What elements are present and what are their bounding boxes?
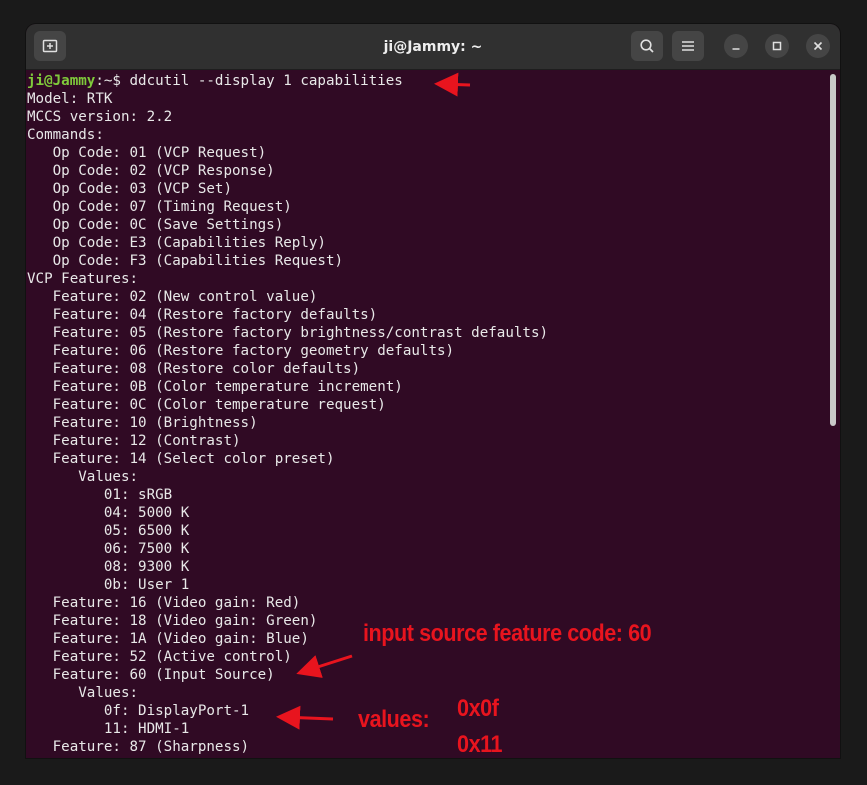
new-tab-icon bbox=[42, 39, 58, 53]
output-line: Op Code: 07 (Timing Request) bbox=[27, 199, 292, 215]
hamburger-menu-icon bbox=[682, 41, 694, 51]
output-line: Values: bbox=[27, 685, 139, 701]
output-line: Feature: 52 (Active control) bbox=[27, 649, 292, 665]
output-line: 0f: DisplayPort-1 bbox=[27, 703, 250, 719]
output-line: Feature: 12 (Contrast) bbox=[27, 433, 241, 449]
scrollbar[interactable] bbox=[830, 74, 836, 426]
minimize-button[interactable] bbox=[724, 34, 748, 58]
output-line: Op Code: 03 (VCP Set) bbox=[27, 181, 232, 197]
new-tab-button[interactable] bbox=[34, 31, 66, 61]
title-bar: ji@Jammy: ~ bbox=[26, 24, 840, 70]
output-line: VCP Features: bbox=[27, 271, 139, 287]
annotation-input-source: input source feature code: 60 bbox=[363, 620, 652, 647]
output-line: Values: bbox=[27, 469, 139, 485]
output-line: Op Code: 0C (Save Settings) bbox=[27, 217, 284, 233]
annotation-value-1: 0x0f bbox=[457, 695, 499, 722]
output-line: MCCS version: 2.2 bbox=[27, 109, 173, 125]
close-icon bbox=[813, 41, 823, 51]
prompt-command: ddcutil --display 1 capabilities bbox=[129, 73, 403, 89]
output-line: Feature: 1A (Video gain: Blue) bbox=[27, 631, 309, 647]
terminal-output[interactable]: ji@Jammy:~$ ddcutil --display 1 capabili… bbox=[26, 70, 826, 758]
maximize-icon bbox=[772, 41, 782, 51]
output-line: Op Code: 01 (VCP Request) bbox=[27, 145, 267, 161]
close-button[interactable] bbox=[806, 34, 830, 58]
output-line: Feature: 08 (Restore color defaults) bbox=[27, 361, 361, 377]
output-line: Feature: 18 (Video gain: Green) bbox=[27, 613, 318, 629]
output-line: 04: 5000 K bbox=[27, 505, 190, 521]
output-line: 08: 9300 K bbox=[27, 559, 190, 575]
prompt-path: :~$ bbox=[95, 73, 121, 89]
output-line: 06: 7500 K bbox=[27, 541, 190, 557]
output-line: 01: sRGB bbox=[27, 487, 173, 503]
output-line: Feature: 10 (Brightness) bbox=[27, 415, 258, 431]
annotation-values-label: values: bbox=[358, 706, 430, 733]
prompt-line: ji@Jammy:~$ ddcutil --display 1 capabili… bbox=[27, 72, 403, 90]
window-title: ji@Jammy: ~ bbox=[383, 38, 483, 55]
output-line: Feature: 60 (Input Source) bbox=[27, 667, 275, 683]
output-line: Feature: 0B (Color temperature increment… bbox=[27, 379, 403, 395]
menu-button[interactable] bbox=[672, 31, 704, 61]
output-line: Feature: 06 (Restore factory geometry de… bbox=[27, 343, 455, 359]
output-line: Feature: 05 (Restore factory brightness/… bbox=[27, 325, 549, 341]
output-line: Feature: 02 (New control value) bbox=[27, 289, 318, 305]
maximize-button[interactable] bbox=[765, 34, 789, 58]
output-line: Feature: 87 (Sharpness) bbox=[27, 739, 250, 755]
minimize-icon bbox=[732, 48, 740, 50]
search-icon bbox=[640, 39, 654, 53]
output-line: Feature: 16 (Video gain: Red) bbox=[27, 595, 301, 611]
output-line: Feature: 04 (Restore factory defaults) bbox=[27, 307, 378, 323]
annotation-value-2: 0x11 bbox=[457, 731, 503, 758]
output-line: Commands: bbox=[27, 127, 104, 143]
output-line: Model: RTK bbox=[27, 91, 113, 107]
output-line: Op Code: E3 (Capabilities Reply) bbox=[27, 235, 326, 251]
search-button[interactable] bbox=[631, 31, 663, 61]
output-line: Op Code: 02 (VCP Response) bbox=[27, 163, 275, 179]
output-line: 0b: User 1 bbox=[27, 577, 190, 593]
output-line: Op Code: F3 (Capabilities Request) bbox=[27, 253, 344, 269]
output-line: 11: HDMI-1 bbox=[27, 721, 190, 737]
prompt-user-host: ji@Jammy bbox=[27, 73, 96, 89]
output-line: Feature: 0C (Color temperature request) bbox=[27, 397, 386, 413]
output-line: Feature: 14 (Select color preset) bbox=[27, 451, 335, 467]
output-line: 05: 6500 K bbox=[27, 523, 190, 539]
